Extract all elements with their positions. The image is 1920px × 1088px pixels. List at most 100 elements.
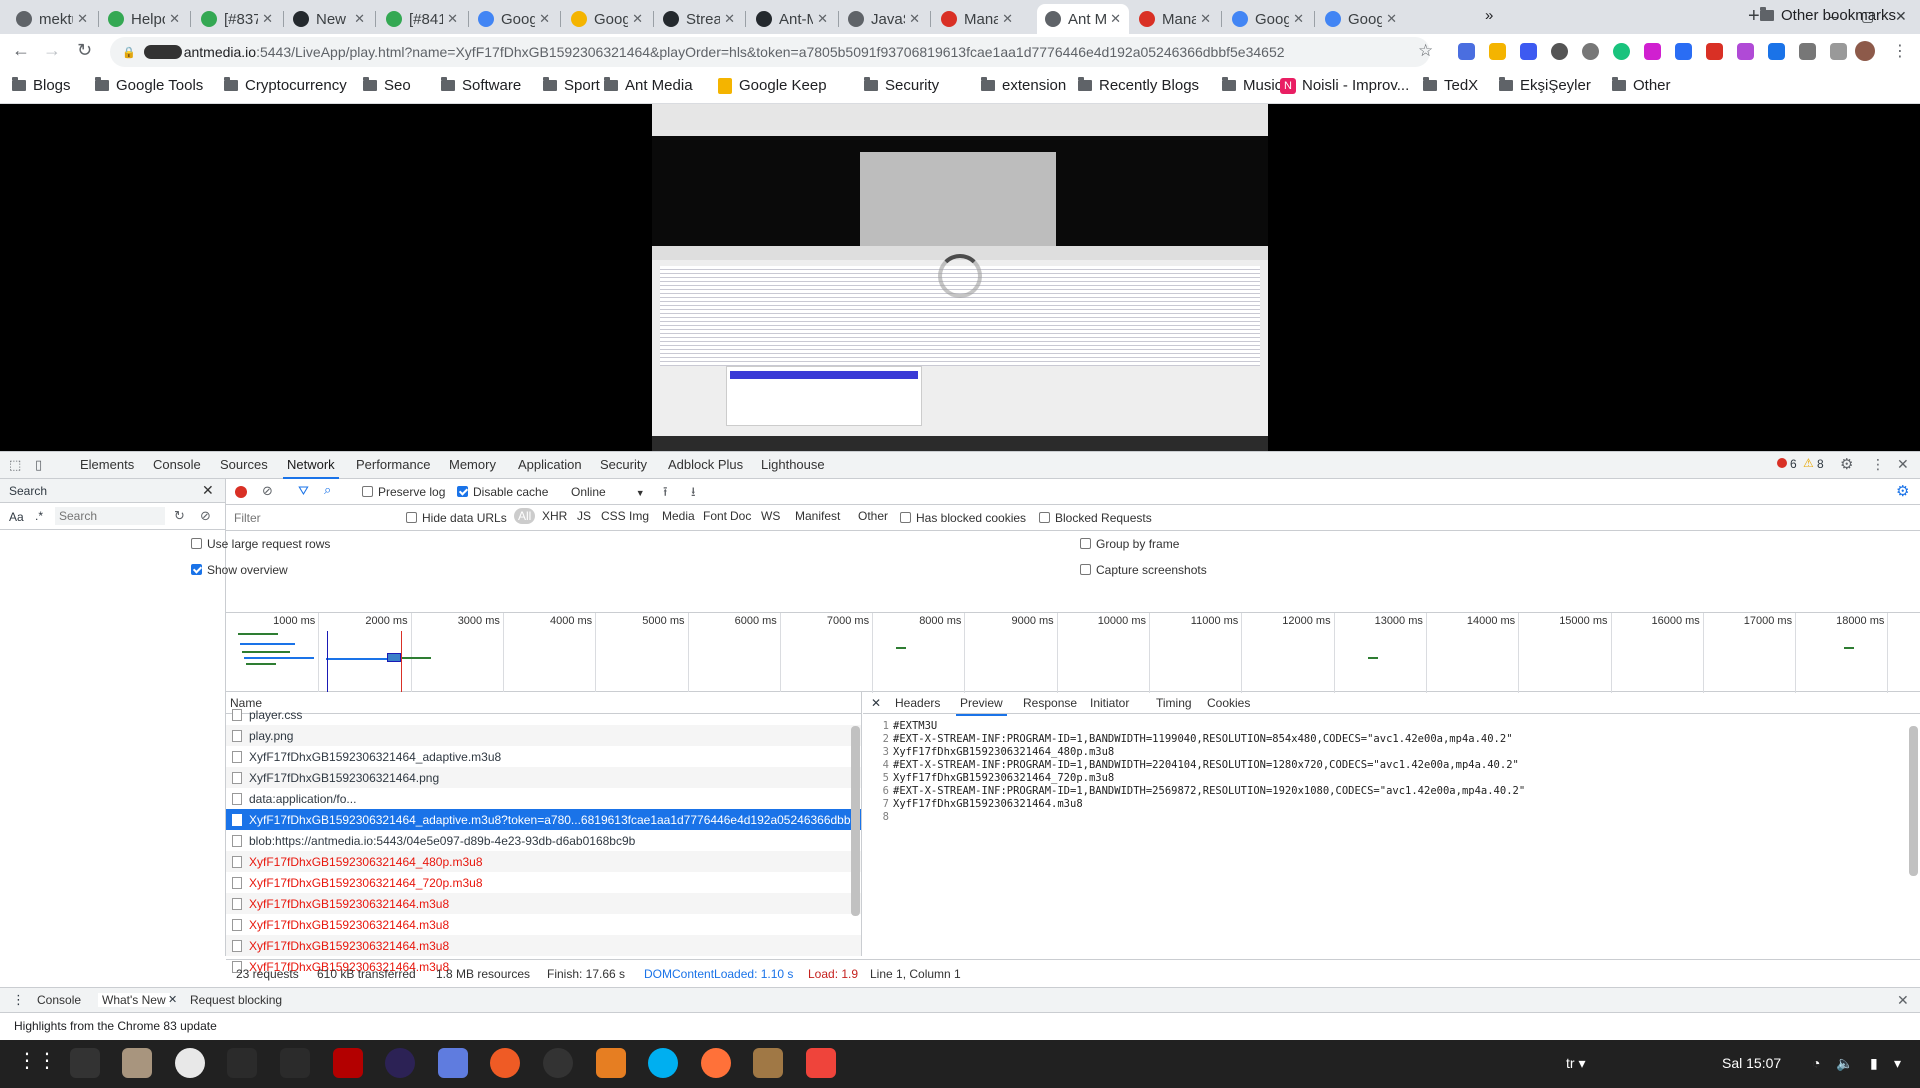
preview-tab-initiator[interactable]: Initiator (1090, 696, 1129, 710)
type-filter-css[interactable]: CSS (601, 509, 626, 523)
close-window-button[interactable]: ✕ (1895, 8, 1907, 25)
close-tab-icon[interactable]: ✕ (817, 11, 828, 27)
close-devtools-icon[interactable]: ✕ (1897, 456, 1909, 473)
device-toolbar-icon[interactable]: ▯ (35, 457, 42, 473)
close-tab-icon[interactable]: ✕ (724, 11, 735, 27)
preview-tab-preview[interactable]: Preview (956, 696, 1007, 716)
bookmark-item[interactable]: Google Tools (95, 77, 203, 94)
request-row[interactable]: XyfF17fDhxGB1592306321464_adaptive.m3u8?… (226, 809, 861, 830)
extension-icon[interactable] (1551, 43, 1568, 60)
close-drawer-tab-icon[interactable]: ✕ (168, 993, 177, 1006)
extension-icon[interactable] (1706, 43, 1723, 60)
extension-icon[interactable] (1613, 43, 1630, 60)
show-overview-checkbox[interactable]: Show overview (191, 563, 288, 577)
preserve-log-checkbox[interactable]: Preserve log (362, 485, 445, 499)
disable-cache-checkbox[interactable]: Disable cache (457, 485, 548, 499)
clapper-icon[interactable] (753, 1048, 784, 1078)
firefox-icon[interactable] (700, 1048, 731, 1078)
bookmarks-overflow[interactable]: » (1485, 7, 1493, 24)
search-icon[interactable]: ⌕ (324, 482, 331, 498)
bookmark-item[interactable]: Software (441, 77, 521, 94)
extension-icon[interactable] (1737, 43, 1754, 60)
browser-tab[interactable]: Google✕ (1224, 4, 1312, 34)
extension-icon[interactable] (1799, 43, 1816, 60)
search-input[interactable] (55, 507, 165, 525)
devtools-tab-console[interactable]: Console (153, 457, 201, 472)
timeline-overview[interactable]: 1000 ms 2000 ms 3000 ms 4000 ms 5000 ms 6000 … (226, 612, 1920, 693)
preview-tab-headers[interactable]: Headers (895, 696, 940, 710)
type-filter-media[interactable]: Media (662, 509, 695, 523)
close-tab-icon[interactable]: ✕ (447, 11, 458, 27)
devtools-tab-sources[interactable]: Sources (220, 457, 268, 472)
request-row[interactable]: XyfF17fDhxGB1592306321464.png (226, 767, 861, 788)
devtools-tab-adblock-plus[interactable]: Adblock Plus (668, 457, 743, 472)
terminal-icon[interactable] (69, 1048, 100, 1078)
close-tab-icon[interactable]: ✕ (1200, 11, 1211, 27)
request-row[interactable]: data:application/fo... (226, 788, 861, 809)
close-search-icon[interactable]: ✕ (202, 482, 214, 499)
clear-icon[interactable]: ⊘ (262, 483, 273, 499)
postman-icon[interactable] (490, 1048, 521, 1078)
type-filter-doc[interactable]: Doc (730, 509, 751, 523)
type-filter-xhr[interactable]: XHR (542, 509, 567, 523)
browser-tab[interactable]: Google✕ (470, 4, 558, 34)
devtools-tab-performance[interactable]: Performance (356, 457, 430, 472)
large-rows-checkbox[interactable]: Use large request rows (191, 537, 330, 551)
filter-input[interactable] (230, 509, 395, 527)
group-by-frame-checkbox[interactable]: Group by frame (1080, 537, 1179, 551)
browser-tab[interactable]: Stream✕ (655, 4, 743, 34)
match-case-toggle[interactable]: Aa (9, 510, 24, 524)
browser-tab[interactable]: Helpde✕ (100, 4, 188, 34)
browser-tab[interactable]: Ant Me✕ (1037, 4, 1129, 34)
request-row[interactable]: XyfF17fDhxGB1592306321464.m3u8 (226, 935, 861, 956)
blocked-requests-checkbox[interactable]: Blocked Requests (1039, 511, 1152, 525)
close-tab-icon[interactable]: ✕ (1293, 11, 1304, 27)
close-tab-icon[interactable]: ✕ (632, 11, 643, 27)
close-tab-icon[interactable]: ✕ (354, 11, 365, 27)
extension-icon[interactable] (1644, 43, 1661, 60)
type-filter-js[interactable]: JS (577, 509, 591, 523)
request-row[interactable]: blob:https://antmedia.io:5443/04e5e097-d… (226, 830, 861, 851)
hide-data-urls-checkbox[interactable]: Hide data URLs (406, 511, 507, 525)
bookmark-item[interactable]: Ant Media (604, 77, 693, 94)
type-filter-img[interactable]: Img (629, 509, 649, 523)
request-row[interactable]: XyfF17fDhxGB1592306321464_720p.m3u8 (226, 872, 861, 893)
bookmark-item[interactable]: Seo (363, 77, 411, 94)
network-settings-icon[interactable]: ⚙ (1896, 482, 1909, 500)
extension-icon[interactable] (1458, 43, 1475, 60)
browser-tab[interactable]: New Iss✕ (285, 4, 373, 34)
bookmark-item[interactable]: Cryptocurrency (224, 77, 347, 94)
language-indicator[interactable]: tr ▾ (1566, 1055, 1585, 1072)
browser-tab[interactable]: JavaSc✕ (840, 4, 928, 34)
battery-icon[interactable]: ▮ (1870, 1055, 1878, 1072)
browser-tab[interactable]: mektup✕ (8, 4, 96, 34)
capture-screenshots-checkbox[interactable]: Capture screenshots (1080, 563, 1207, 577)
bookmark-item[interactable]: EkşiŞeyler (1499, 77, 1591, 94)
browser-tab[interactable]: Manag✕ (1131, 4, 1219, 34)
address-bar[interactable]: 🔒 antmedia.io:5443/LiveApp/play.html?nam… (110, 37, 1430, 67)
bookmark-item[interactable]: Recently Blogs (1078, 77, 1199, 94)
type-filter-manifest[interactable]: Manifest (795, 509, 840, 523)
refresh-search-icon[interactable]: ↻ (174, 508, 185, 524)
screenshot-icon[interactable] (437, 1048, 468, 1078)
bookmark-item[interactable]: Google Keep (718, 77, 827, 94)
close-tab-icon[interactable]: ✕ (539, 11, 550, 27)
extension-icon[interactable] (1768, 43, 1785, 60)
devtools-tab-memory[interactable]: Memory (449, 457, 496, 472)
extension-icon[interactable] (1489, 43, 1506, 60)
record-button[interactable] (235, 486, 247, 498)
extension-icon[interactable] (1520, 43, 1537, 60)
bookmark-item[interactable]: Blogs (12, 77, 71, 94)
skype-icon[interactable] (648, 1048, 679, 1078)
more-icon[interactable]: ⋮ (1871, 456, 1885, 473)
close-tab-icon[interactable]: ✕ (262, 11, 273, 27)
apps-grid-icon[interactable]: ⋮⋮ (17, 1048, 57, 1078)
volume-icon[interactable]: 🔈 (1836, 1055, 1853, 1072)
type-filter-font[interactable]: Font (703, 509, 727, 523)
forward-icon[interactable]: → (43, 40, 61, 61)
sublime-icon[interactable] (595, 1048, 626, 1078)
video-player[interactable] (652, 104, 1268, 451)
close-tab-icon[interactable]: ✕ (169, 11, 180, 27)
drawer-tab[interactable]: What's New (98, 993, 170, 1007)
inspect-icon[interactable]: ⬚ (9, 457, 21, 473)
